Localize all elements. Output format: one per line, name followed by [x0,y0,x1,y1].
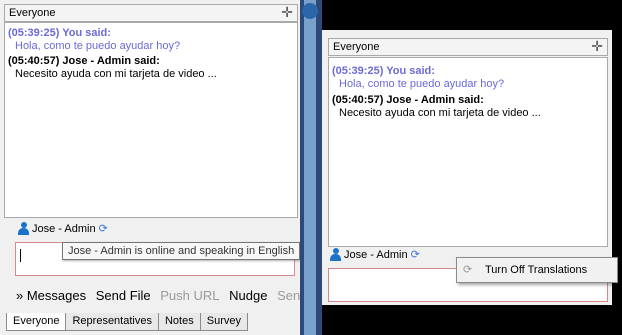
translation-off-icon: ⟳ [463,264,473,276]
chat-header: Everyone ✛ [328,38,608,56]
translation-icon[interactable]: ⟳ [99,222,108,235]
chat-header-title: Everyone [9,7,56,19]
divider-bar [304,0,316,335]
tab-survey[interactable]: Survey [199,313,248,331]
message-text: Hola, como te puedo ayudar hoy? [339,78,505,90]
chat-header: Everyone ✛ [4,4,298,22]
message-text: Hola, como te puedo ayudar hoy? [15,40,181,52]
chat-tabs: Everyone Representatives Notes Survey [6,313,248,331]
window-orb-icon [302,3,318,19]
translation-icon[interactable]: ⟳ [411,248,420,261]
message-header: (05:40:57) Jose - Admin said: [332,94,484,106]
right-chat-panel: Everyone ✛ (05:39:25) You said: Hola, co… [322,30,618,305]
tab-representatives[interactable]: Representatives [65,313,159,331]
chat-toolbar: » Messages Send File Push URL Nudge Send [16,288,313,303]
message-text: Necesito ayuda con mi tarjeta de video .… [15,68,217,80]
user-name: Jose - Admin [344,248,408,261]
user-status[interactable]: Jose - Admin ⟳ [18,222,108,235]
message-header: (05:39:25) You said: [332,65,435,77]
message-header: (05:39:25) You said: [8,27,111,39]
nudge-button[interactable]: Nudge [229,288,267,303]
context-menu: ⟳ Turn Off Translations [456,257,618,283]
push-url-button[interactable]: Push URL [160,288,219,303]
message-text: Necesito ayuda con mi tarjeta de video .… [339,107,541,119]
person-icon [330,248,341,261]
panel-divider [300,0,322,335]
turn-off-translations-item[interactable]: Turn Off Translations [485,264,587,276]
chat-transcript[interactable]: (05:39:25) You said: Hola, como te puedo… [328,57,608,247]
messages-button[interactable]: » Messages [16,288,86,303]
send-file-button[interactable]: Send File [96,288,151,303]
person-icon [18,222,29,235]
tab-everyone[interactable]: Everyone [6,313,67,331]
text-caret [20,249,21,262]
status-tooltip: Jose - Admin is online and speaking in E… [62,242,301,260]
chat-header-title: Everyone [333,41,380,53]
move-icon[interactable]: ✛ [281,4,293,21]
message-header: (05:40:57) Jose - Admin said: [8,55,160,67]
user-name: Jose - Admin [32,222,96,235]
move-icon[interactable]: ✛ [591,38,603,55]
tab-notes[interactable]: Notes [157,313,201,331]
chat-transcript[interactable]: (05:39:25) You said: Hola, como te puedo… [4,22,298,218]
left-chat-panel: Everyone ✛ (05:39:25) You said: Hola, co… [0,0,307,335]
user-status[interactable]: Jose - Admin ⟳ [330,248,420,261]
